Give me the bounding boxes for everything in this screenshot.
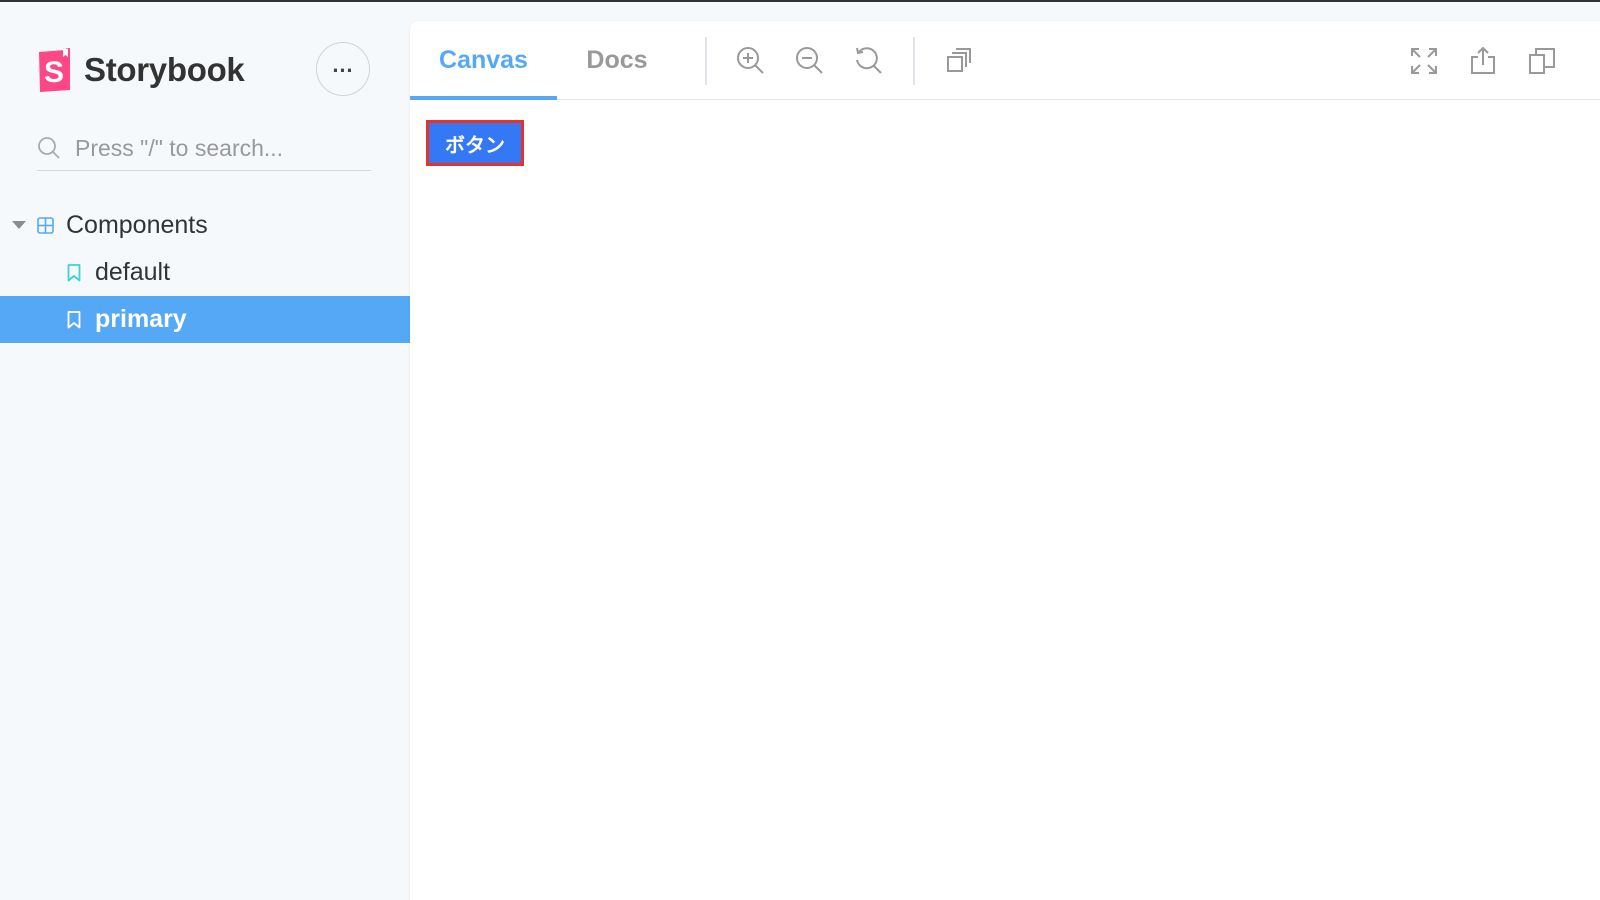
background-button[interactable] <box>941 43 977 79</box>
tab-docs[interactable]: Docs <box>557 21 677 99</box>
zoom-out-button[interactable] <box>792 43 828 79</box>
app-name: Storybook <box>84 51 245 88</box>
fullscreen-button[interactable] <box>1406 43 1442 79</box>
main-panel: Canvas Docs ボタン <box>410 21 1600 900</box>
copy-link-button[interactable] <box>1524 43 1560 79</box>
zoom-in-button[interactable] <box>733 43 769 79</box>
search-icon <box>37 132 61 165</box>
background-icon <box>947 48 971 72</box>
sidebar-menu-button[interactable]: … <box>316 42 370 96</box>
svg-text:S: S <box>44 56 64 89</box>
bookmark-icon <box>67 311 81 334</box>
ellipsis-icon: … <box>331 52 355 77</box>
toolbar: Canvas Docs <box>410 21 1600 100</box>
tree-group-label: Components <box>66 211 208 239</box>
bookmark-icon <box>67 264 81 287</box>
brand[interactable]: S Storybook <box>37 47 245 93</box>
zoom-reset-button[interactable] <box>851 43 887 79</box>
story-tree: Components default primary <box>0 202 410 343</box>
search-box[interactable] <box>37 126 371 171</box>
fullscreen-icon <box>1411 48 1437 74</box>
search-input[interactable] <box>75 134 355 162</box>
share-icon <box>1471 46 1495 74</box>
zoom-in-icon <box>737 47 764 74</box>
storybook-logo-icon: S <box>37 48 73 92</box>
tree-group-components[interactable]: Components <box>0 202 410 249</box>
caret-down-icon[interactable] <box>12 221 26 229</box>
zoom-out-icon <box>796 47 823 74</box>
toolbar-divider <box>913 37 915 85</box>
component-icon <box>37 217 54 239</box>
zoom-reset-icon <box>856 47 882 74</box>
tree-story-label: default <box>95 258 171 286</box>
tab-canvas[interactable]: Canvas <box>410 21 557 100</box>
copy-icon <box>1529 48 1555 74</box>
story-canvas: ボタン <box>410 101 1600 900</box>
preview-primary-button[interactable]: ボタン <box>426 120 524 166</box>
share-button[interactable] <box>1465 43 1501 79</box>
sidebar: S Storybook … Components <box>0 2 410 900</box>
toolbar-divider <box>705 37 707 85</box>
tree-story-default[interactable]: default <box>0 249 410 296</box>
tree-story-primary[interactable]: primary <box>0 296 410 343</box>
tree-story-label: primary <box>95 305 187 333</box>
